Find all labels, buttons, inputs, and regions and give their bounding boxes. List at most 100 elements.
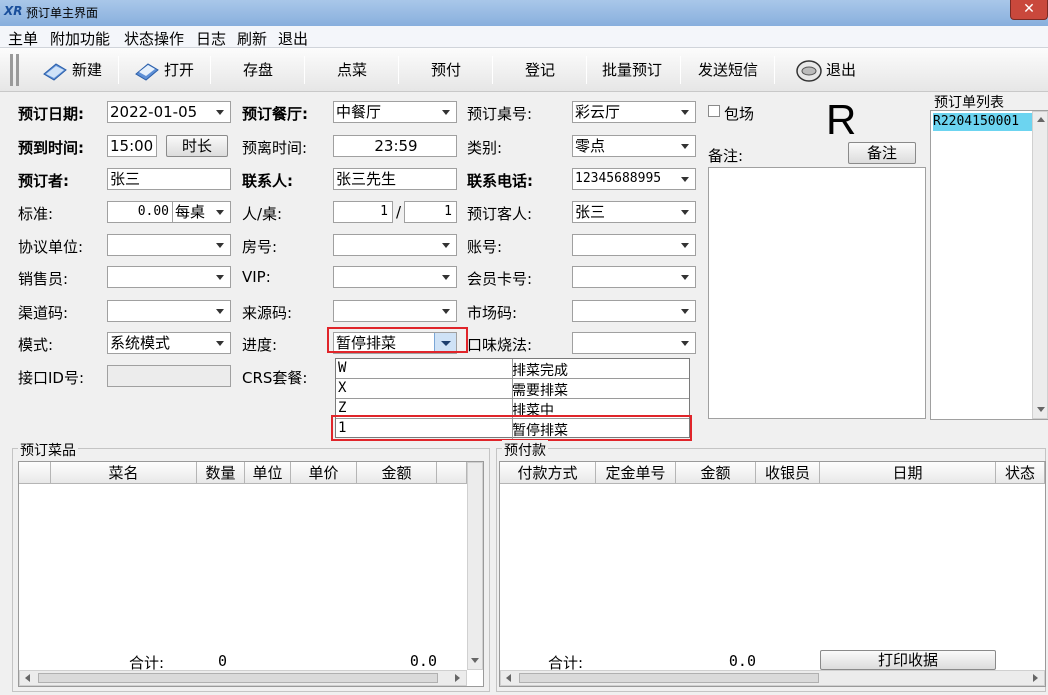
people-separator: / (396, 203, 402, 221)
restaurant-label: 预订餐厅: (242, 105, 308, 123)
menu-extra[interactable]: 附加功能 (50, 28, 110, 49)
standard-label: 标准: (18, 205, 54, 223)
channel-code-select[interactable] (107, 300, 231, 322)
reservation-list-scrollbar[interactable] (1032, 111, 1048, 419)
dishes-horizontal-scrollbar[interactable] (19, 670, 467, 686)
contact-field[interactable]: 张三先生 (333, 168, 457, 190)
category-select[interactable]: 零点 (572, 135, 696, 157)
duration-button[interactable]: 时长 (166, 135, 228, 157)
close-button[interactable]: ✕ (1010, 0, 1048, 20)
arrive-time-label: 预到时间: (18, 139, 84, 157)
list-item[interactable]: R2204150001 (933, 113, 1033, 131)
interface-id-label: 接口ID号: (18, 369, 85, 387)
pay-amount-header[interactable]: 金额 (676, 462, 756, 484)
market-code-select[interactable] (572, 300, 696, 322)
booker-field[interactable]: 张三 (107, 168, 231, 190)
room-no-select[interactable] (333, 234, 457, 256)
pay-method-header[interactable]: 付款方式 (500, 462, 596, 484)
agreement-unit-label: 协议单位: (18, 238, 84, 256)
account-select[interactable] (572, 234, 696, 256)
source-code-select[interactable] (333, 300, 457, 322)
new-doc-icon (43, 62, 67, 81)
tables-field[interactable]: 1 (404, 201, 457, 223)
dish-name-header[interactable]: 菜名 (51, 462, 197, 484)
cashier-header[interactable]: 收银员 (756, 462, 820, 484)
leave-time-label: 预离时间: (242, 139, 308, 157)
toolbar-separator (304, 56, 305, 84)
dish-price-header[interactable]: 单价 (291, 462, 357, 484)
standard-unit-select[interactable]: 每桌 (172, 201, 231, 223)
table-no-label: 预订桌号: (467, 105, 533, 123)
leave-time-field[interactable]: 23:59 (333, 135, 457, 157)
people-field[interactable]: 1 (333, 201, 393, 223)
date-field[interactable]: 2022-01-05 (107, 101, 231, 123)
remark-button[interactable]: 备注 (848, 142, 916, 164)
send-sms-button[interactable]: 发送短信 (686, 54, 770, 86)
vip-select[interactable] (333, 266, 457, 288)
save-button[interactable]: 存盘 (216, 54, 300, 86)
arrive-time-field[interactable]: 15:00 (107, 135, 157, 157)
interface-id-field (107, 365, 231, 387)
phone-label: 联系电话: (467, 172, 533, 190)
scroll-thumb[interactable] (519, 673, 819, 683)
toolbar-separator (210, 56, 211, 84)
open-button[interactable]: 打开 (124, 54, 204, 86)
exit-button[interactable]: 退出 (786, 54, 866, 86)
print-receipt-button[interactable]: 打印收据 (820, 650, 996, 670)
account-label: 账号: (467, 238, 503, 256)
extra-header (437, 462, 467, 484)
batch-reserve-button[interactable]: 批量预订 (590, 54, 674, 86)
phone-field[interactable]: 12345688995 (572, 168, 696, 190)
market-code-label: 市场码: (467, 304, 518, 322)
toolbar-separator (492, 56, 493, 84)
prepay-horizontal-scrollbar[interactable] (500, 670, 1045, 686)
member-card-select[interactable] (572, 266, 696, 288)
deposit-no-header[interactable]: 定金单号 (596, 462, 676, 484)
remark-textarea[interactable] (708, 167, 926, 419)
title-bar: XR 预订单主界面 ✕ (0, 0, 1048, 26)
restaurant-select[interactable]: 中餐厅 (333, 101, 457, 123)
pay-date-header[interactable]: 日期 (820, 462, 996, 484)
dish-unit-header[interactable]: 单位 (245, 462, 291, 484)
progress-highlight-box (327, 327, 468, 353)
category-label: 类别: (467, 139, 503, 157)
menu-bar: 主单 附加功能 状态操作 日志 刷新 退出 (0, 26, 1048, 48)
dish-qty-header[interactable]: 数量 (197, 462, 245, 484)
dish-amount-header[interactable]: 金额 (357, 462, 437, 484)
mode-label: 模式: (18, 336, 54, 354)
sales-select[interactable] (107, 266, 231, 288)
exit-icon (796, 59, 822, 82)
table-no-select[interactable]: 彩云厅 (572, 101, 696, 123)
pay-status-header[interactable]: 状态 (996, 462, 1045, 484)
date-label: 预订日期: (18, 105, 84, 123)
menu-refresh[interactable]: 刷新 (237, 28, 267, 49)
taste-label: 口味烧法: (467, 336, 533, 354)
dishes-total-amount: 0.0 (409, 652, 437, 670)
dishes-table: 菜名 数量 单位 单价 金额 合计: 0 0.0 (18, 461, 484, 687)
new-button[interactable]: 新建 (32, 54, 112, 86)
dishes-title: 预订菜品 (18, 440, 78, 460)
toolbar-separator (398, 56, 399, 84)
menu-exit[interactable]: 退出 (278, 28, 308, 49)
dishes-vertical-scrollbar[interactable] (467, 462, 483, 670)
mode-select[interactable]: 系统模式 (107, 332, 231, 354)
prepay-button[interactable]: 预付 (404, 54, 488, 86)
menu-log[interactable]: 日志 (196, 28, 226, 49)
menu-main[interactable]: 主单 (8, 28, 38, 49)
reservation-list-title: 预订单列表 (934, 95, 1004, 111)
agreement-unit-select[interactable] (107, 234, 231, 256)
private-room-checkbox[interactable] (708, 105, 720, 117)
app-logo-icon: XR (4, 4, 23, 18)
guest-select[interactable]: 张三 (572, 201, 696, 223)
toolbar-separator (774, 56, 775, 84)
menu-status-ops[interactable]: 状态操作 (124, 28, 184, 49)
toolbar-separator (118, 56, 119, 84)
room-no-label: 房号: (242, 238, 278, 256)
register-button[interactable]: 登记 (498, 54, 582, 86)
taste-select[interactable] (572, 332, 696, 354)
source-code-label: 来源码: (242, 304, 293, 322)
scroll-thumb[interactable] (38, 673, 438, 683)
standard-amount-field[interactable]: 0.00 (107, 201, 173, 223)
guest-label: 预订客人: (467, 205, 533, 223)
order-dish-button[interactable]: 点菜 (310, 54, 394, 86)
